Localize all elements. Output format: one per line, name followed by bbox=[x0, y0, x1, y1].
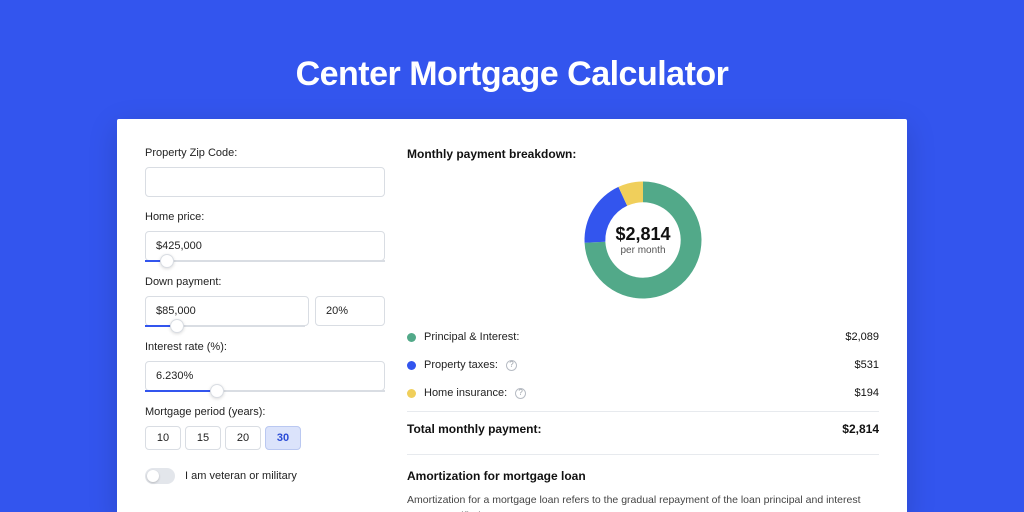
veteran-toggle[interactable] bbox=[145, 468, 175, 484]
legend-value: $531 bbox=[855, 359, 879, 371]
legend-value: $194 bbox=[855, 387, 879, 399]
period-label: Mortgage period (years): bbox=[145, 406, 385, 418]
price-slider-thumb[interactable] bbox=[160, 254, 174, 268]
rate-input[interactable] bbox=[145, 361, 385, 391]
legend-row: Home insurance:? $194 bbox=[407, 379, 879, 407]
price-field: Home price: bbox=[145, 211, 385, 262]
total-label: Total monthly payment: bbox=[407, 422, 541, 436]
donut-amount: $2,814 bbox=[615, 224, 670, 245]
amortization-title: Amortization for mortgage loan bbox=[407, 469, 879, 483]
veteran-label: I am veteran or military bbox=[185, 470, 297, 482]
page-title: Center Mortgage Calculator bbox=[0, 0, 1024, 119]
inputs-column: Property Zip Code: Home price: Down paym… bbox=[145, 147, 385, 512]
period-option-10[interactable]: 10 bbox=[145, 426, 181, 450]
price-label: Home price: bbox=[145, 211, 385, 223]
price-input[interactable] bbox=[145, 231, 385, 261]
help-icon[interactable]: ? bbox=[506, 360, 517, 371]
veteran-row: I am veteran or military bbox=[145, 468, 385, 484]
zip-input[interactable] bbox=[145, 167, 385, 197]
down-field: Down payment: bbox=[145, 276, 385, 327]
rate-slider-thumb[interactable] bbox=[210, 384, 224, 398]
legend-label: Property taxes: bbox=[424, 359, 498, 371]
legend-label: Principal & Interest: bbox=[424, 331, 519, 343]
breakdown-title: Monthly payment breakdown: bbox=[407, 147, 879, 161]
donut-chart-wrap: $2,814 per month bbox=[407, 175, 879, 305]
down-slider-thumb[interactable] bbox=[170, 319, 184, 333]
legend-value: $2,089 bbox=[845, 331, 879, 343]
help-icon[interactable]: ? bbox=[515, 388, 526, 399]
price-slider[interactable] bbox=[145, 260, 385, 262]
legend: Principal & Interest: $2,089 Property taxe… bbox=[407, 323, 879, 407]
total-row: Total monthly payment: $2,814 bbox=[407, 411, 879, 436]
legend-label: Home insurance: bbox=[424, 387, 507, 399]
rate-field: Interest rate (%): bbox=[145, 341, 385, 392]
donut-chart: $2,814 per month bbox=[578, 175, 708, 305]
rate-label: Interest rate (%): bbox=[145, 341, 385, 353]
period-option-30[interactable]: 30 bbox=[265, 426, 301, 450]
legend-dot bbox=[407, 361, 416, 370]
zip-field: Property Zip Code: bbox=[145, 147, 385, 197]
down-label: Down payment: bbox=[145, 276, 385, 288]
legend-row: Principal & Interest: $2,089 bbox=[407, 323, 879, 351]
zip-label: Property Zip Code: bbox=[145, 147, 385, 159]
period-option-20[interactable]: 20 bbox=[225, 426, 261, 450]
down-amount-input[interactable] bbox=[145, 296, 309, 326]
results-column: Monthly payment breakdown: $2,814 per mo… bbox=[407, 147, 879, 512]
total-value: $2,814 bbox=[842, 422, 879, 436]
rate-slider[interactable] bbox=[145, 390, 385, 392]
donut-sub: per month bbox=[620, 245, 665, 256]
period-option-15[interactable]: 15 bbox=[185, 426, 221, 450]
period-field: Mortgage period (years): 10152030 bbox=[145, 406, 385, 450]
legend-row: Property taxes:? $531 bbox=[407, 351, 879, 379]
down-percent-input[interactable] bbox=[315, 296, 385, 326]
calculator-card: Property Zip Code: Home price: Down paym… bbox=[117, 119, 907, 512]
toggle-knob bbox=[147, 470, 159, 482]
period-options: 10152030 bbox=[145, 426, 385, 450]
amortization-body: Amortization for a mortgage loan refers … bbox=[407, 493, 879, 512]
legend-dot bbox=[407, 389, 416, 398]
donut-center: $2,814 per month bbox=[578, 175, 708, 305]
legend-dot bbox=[407, 333, 416, 342]
amortization-section: Amortization for mortgage loan Amortizat… bbox=[407, 454, 879, 512]
down-slider[interactable] bbox=[145, 325, 305, 327]
